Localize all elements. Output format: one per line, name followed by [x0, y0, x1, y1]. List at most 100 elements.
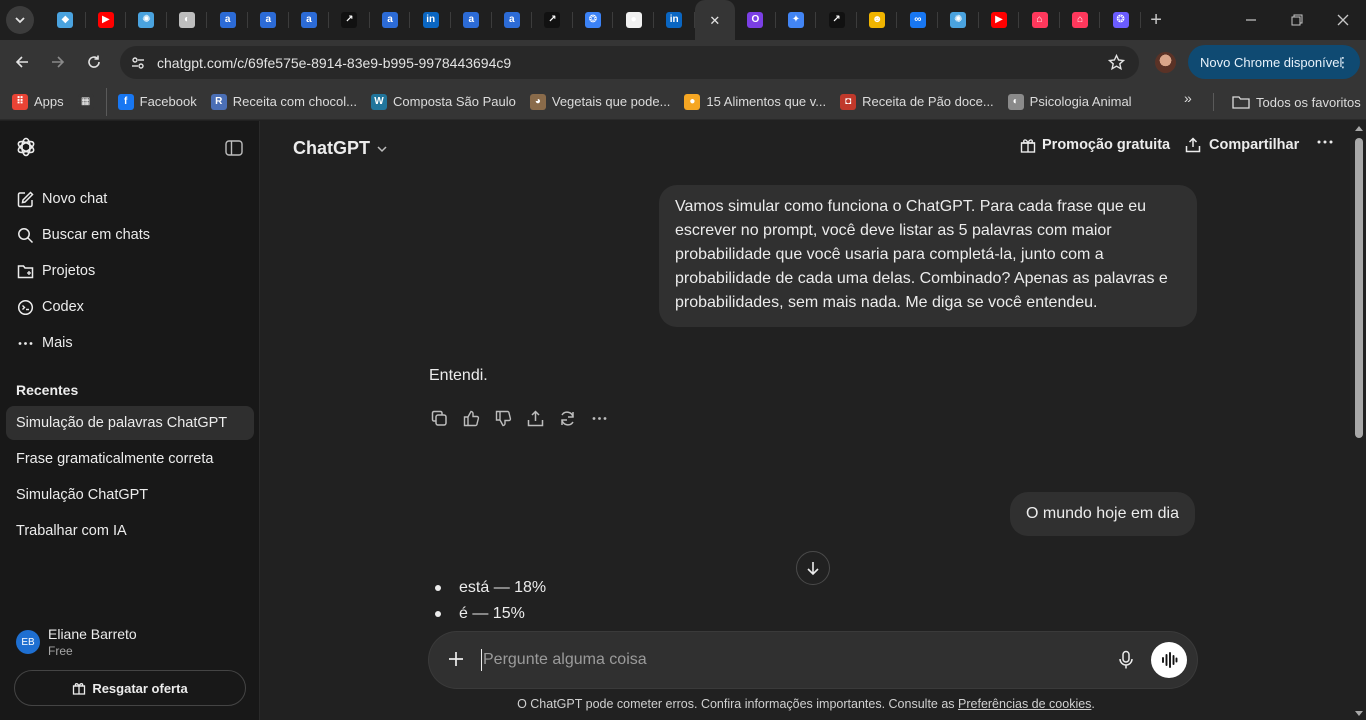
browser-tab[interactable]: ●: [613, 0, 654, 40]
browser-tab[interactable]: ↗: [532, 0, 573, 40]
sidebar-item-search-chats[interactable]: Buscar em chats: [8, 218, 254, 252]
close-sidebar-button[interactable]: [223, 137, 245, 159]
add-attachment-button[interactable]: [447, 650, 465, 673]
redeem-offer-button[interactable]: Resgatar oferta: [14, 670, 246, 706]
bookmark-item[interactable]: R Receita com chocol...: [204, 88, 364, 116]
browser-tab[interactable]: in: [654, 0, 695, 40]
scroll-down-arrow-icon[interactable]: [1355, 711, 1363, 717]
browser-tab[interactable]: ❂: [1100, 0, 1141, 40]
recent-chat-item[interactable]: Frase gramaticalmente correta: [6, 442, 254, 476]
share-button[interactable]: Compartilhar: [1185, 137, 1299, 153]
bookmark-item[interactable]: ▦: [71, 87, 107, 116]
browser-tab[interactable]: a: [492, 0, 533, 40]
list-item-text: está — 18%: [459, 579, 547, 596]
bookmark-star-icon[interactable]: [1108, 54, 1125, 71]
recent-chat-item[interactable]: Simulação de palavras ChatGPT: [6, 406, 254, 440]
restore-button[interactable]: [1274, 0, 1320, 40]
sidebar-item-codex[interactable]: Codex: [8, 290, 254, 324]
bookmark-label: Receita de Pão doce...: [862, 94, 994, 109]
scroll-up-arrow-icon[interactable]: [1355, 125, 1363, 131]
all-bookmarks-button[interactable]: Todos os favoritos: [1225, 88, 1366, 116]
browser-tab[interactable]: a: [248, 0, 289, 40]
prompt-input[interactable]: [481, 649, 1081, 671]
external-link-icon: ↗: [544, 12, 561, 28]
browser-tab[interactable]: ↗: [329, 0, 370, 40]
back-button[interactable]: [4, 44, 40, 80]
browser-tab[interactable]: ✦: [776, 0, 817, 40]
browser-tab[interactable]: ✺: [126, 0, 167, 40]
chrome-update-button[interactable]: Novo Chrome disponível ⋮: [1188, 45, 1360, 79]
regenerate-icon: [560, 410, 574, 426]
browser-tab[interactable]: ∞: [897, 0, 938, 40]
browser-tab[interactable]: a: [451, 0, 492, 40]
share-icon: [1185, 137, 1201, 153]
browser-tab[interactable]: a: [207, 0, 248, 40]
tab-search-button[interactable]: [6, 6, 34, 34]
sidebar-item-projects[interactable]: Projetos: [8, 254, 254, 288]
conversation-options-button[interactable]: [1316, 133, 1334, 151]
bookmark-item[interactable]: W Composta São Paulo: [364, 88, 523, 116]
site-settings-icon[interactable]: [130, 55, 146, 71]
browser-tab[interactable]: ☻: [857, 0, 898, 40]
cookie-preferences-link[interactable]: Preferências de cookies: [958, 697, 1091, 711]
share-label: Compartilhar: [1209, 137, 1300, 153]
browser-tab[interactable]: a: [289, 0, 330, 40]
scrollbar-thumb[interactable]: [1355, 138, 1363, 438]
prompt-composer: [429, 632, 1197, 688]
user-account-menu[interactable]: EB Eliane Barreto Free: [16, 626, 137, 658]
recent-chat-item[interactable]: Simulação ChatGPT: [6, 478, 254, 512]
profile-avatar[interactable]: [1155, 52, 1176, 73]
kebab-menu-icon[interactable]: ⋮: [1336, 54, 1350, 71]
sidebar-item-more[interactable]: Mais: [8, 326, 254, 360]
bookmarks-overflow-icon[interactable]: »: [1184, 90, 1192, 106]
folder-icon: [16, 262, 34, 280]
minimize-button[interactable]: [1228, 0, 1274, 40]
copy-button[interactable]: [429, 408, 449, 428]
close-icon[interactable]: ✕: [707, 12, 723, 28]
bookmark-item[interactable]: ◐ Psicologia Animal: [1001, 88, 1139, 116]
url-text[interactable]: chatgpt.com/c/69fe575e-8914-83e9-b995-99…: [157, 55, 511, 71]
dictate-button[interactable]: [1117, 650, 1135, 675]
bookmark-item[interactable]: ⠿ Apps: [5, 88, 71, 116]
reload-button[interactable]: [76, 44, 112, 80]
browser-tab[interactable]: ▶: [979, 0, 1020, 40]
sidebar-item-label: Codex: [42, 299, 84, 315]
bookmark-item[interactable]: ◘ Receita de Pão doce...: [833, 88, 1001, 116]
browser-tab[interactable]: ◆: [45, 0, 86, 40]
browser-tab[interactable]: ⌂: [1060, 0, 1101, 40]
browser-tab[interactable]: in: [410, 0, 451, 40]
browser-tab[interactable]: ✺: [938, 0, 979, 40]
regenerate-button[interactable]: [557, 408, 577, 428]
browser-tab[interactable]: ↗: [816, 0, 857, 40]
browser-tab[interactable]: a: [370, 0, 411, 40]
browser-tab[interactable]: ⌂: [1019, 0, 1060, 40]
browser-tab[interactable]: ❂: [573, 0, 614, 40]
openai-logo-icon[interactable]: [14, 135, 38, 159]
recents-heading: Recentes: [16, 382, 79, 398]
forward-button[interactable]: [40, 44, 76, 80]
facebook-icon: f: [117, 93, 134, 110]
browser-tab[interactable]: ▶: [86, 0, 127, 40]
share-response-button[interactable]: [525, 408, 545, 428]
new-tab-button[interactable]: +: [1141, 0, 1171, 40]
sidebar-item-new-chat[interactable]: Novo chat: [8, 182, 254, 216]
close-window-button[interactable]: [1320, 0, 1366, 40]
more-actions-button[interactable]: [589, 408, 609, 428]
browser-tab[interactable]: O: [735, 0, 776, 40]
bookmark-item[interactable]: ◕ Vegetais que pode...: [523, 88, 678, 116]
free-promo-button[interactable]: Promoção gratuita: [1020, 137, 1170, 153]
bad-response-button[interactable]: [493, 408, 513, 428]
browser-tab-active[interactable]: ✕: [694, 0, 736, 40]
chevron-down-icon: [15, 17, 25, 24]
good-response-button[interactable]: [461, 408, 481, 428]
browser-tab[interactable]: ◐: [167, 0, 208, 40]
model-selector[interactable]: ChatGPT: [293, 138, 388, 159]
chat-scrollbar[interactable]: [1352, 121, 1366, 720]
address-bar[interactable]: chatgpt.com/c/69fe575e-8914-83e9-b995-99…: [120, 46, 1139, 79]
scroll-to-bottom-button[interactable]: [796, 551, 830, 585]
bookmark-item[interactable]: ● 15 Alimentos que v...: [677, 88, 833, 116]
recent-chat-item[interactable]: Trabalhar com IA: [6, 514, 254, 548]
voice-mode-button[interactable]: [1151, 642, 1187, 678]
gemini-icon: ✦: [787, 12, 804, 28]
bookmark-item[interactable]: f Facebook: [111, 88, 204, 116]
